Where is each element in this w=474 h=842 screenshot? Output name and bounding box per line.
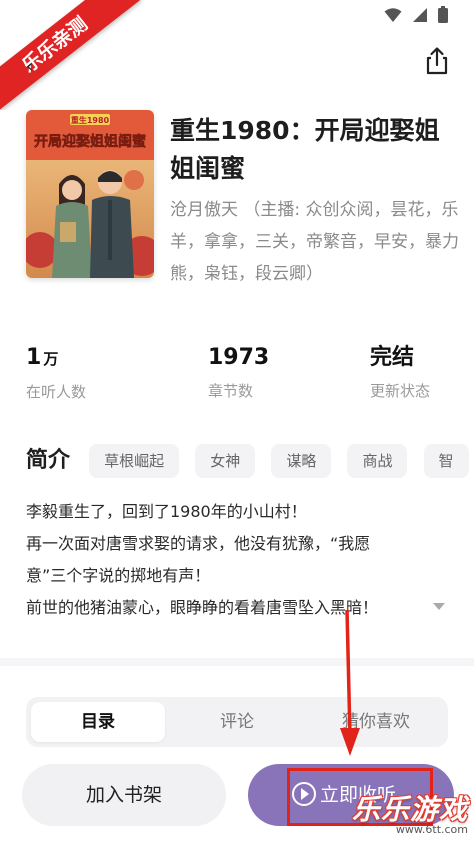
tab-comments[interactable]: 评论 xyxy=(170,702,304,742)
add-to-shelf-button[interactable]: 加入书架 xyxy=(22,764,226,826)
tab-catalog[interactable]: 目录 xyxy=(31,702,165,742)
book-title: 重生1980：开局迎娶姐姐闺蜜 xyxy=(170,116,440,183)
intro-header: 简介 草根崛起 女神 谋略 商战 智 xyxy=(26,442,474,482)
battery-icon xyxy=(438,6,448,23)
section-divider xyxy=(0,658,474,666)
stat-listeners: 1万 在听人数 xyxy=(26,340,86,402)
expand-caret-icon[interactable] xyxy=(433,603,445,610)
wifi-icon xyxy=(384,7,402,22)
stat-listeners-value: 1 xyxy=(26,345,42,370)
intro-line: 再一次面对唐雪求娶的请求，他没有犹豫，“我愿 xyxy=(26,534,371,553)
cover-title: 开局迎娶姐姐闺蜜 xyxy=(34,133,146,150)
stat-status-value: 完结 xyxy=(370,345,415,370)
cover-top-banner: 重生1980 xyxy=(71,115,110,125)
tag-chip[interactable]: 商战 xyxy=(347,444,408,478)
listen-now-button[interactable]: 立即收听 xyxy=(248,764,454,826)
stat-chapters-value: 1973 xyxy=(208,345,270,370)
signal-icon xyxy=(413,7,427,22)
tag-chip[interactable]: 智 xyxy=(423,444,469,478)
status-bar xyxy=(384,6,448,23)
stat-listeners-label: 在听人数 xyxy=(26,383,87,401)
intro-line: 前世的他猪油蒙心，眼睁睁的看着唐雪坠入黑暗！ xyxy=(26,598,379,617)
book-stats: 1万 在听人数 1973 章节数 完结 更新状态 xyxy=(26,340,448,410)
intro-line: 李毅重生了，回到了1980年的小山村！ xyxy=(26,502,307,521)
tag-chip[interactable]: 谋略 xyxy=(271,444,332,478)
play-icon xyxy=(292,782,316,806)
tag-chip[interactable]: 女神 xyxy=(195,444,256,478)
stat-listeners-unit: 万 xyxy=(43,350,59,368)
stat-status: 完结 更新状态 xyxy=(370,340,430,401)
back-icon[interactable]: ‹ xyxy=(26,56,33,77)
detail-tabs: 目录 评论 猜你喜欢 xyxy=(26,697,448,747)
corner-ribbon: 乐乐亲测 xyxy=(0,0,150,110)
cover-illustration: 重生1980 开局迎娶姐姐闺蜜 xyxy=(26,110,154,278)
tab-recommendations[interactable]: 猜你喜欢 xyxy=(309,702,443,742)
stat-status-label: 更新状态 xyxy=(370,382,431,400)
book-cover[interactable]: 重生1980 开局迎娶姐姐闺蜜 xyxy=(26,110,154,278)
book-author-narrators: 沧月傲天 （主播: 众创众阅，昙花，乐羊，拿拿，三关，帝繁音，早安，暴力熊，枭钰… xyxy=(170,200,459,284)
ribbon-text: 乐乐亲测 xyxy=(0,0,141,110)
intro-description: 李毅重生了，回到了1980年的小山村！ 再一次面对唐雪求娶的请求，他没有犹豫，“… xyxy=(26,496,438,624)
intro-heading: 简介 xyxy=(26,448,71,473)
tag-chip[interactable]: 草根崛起 xyxy=(89,444,180,478)
stat-chapters: 1973 章节数 xyxy=(208,340,269,401)
stat-chapters-label: 章节数 xyxy=(208,382,254,400)
share-icon[interactable] xyxy=(420,44,454,78)
intro-line: 意”三个字说的掷地有声！ xyxy=(26,566,211,585)
listen-now-label: 立即收听 xyxy=(320,784,397,806)
